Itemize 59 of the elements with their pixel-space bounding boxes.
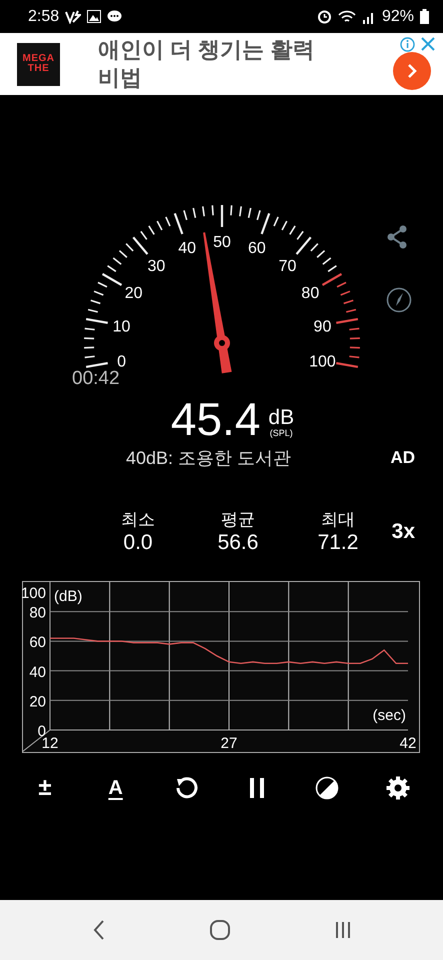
battery-icon (420, 9, 429, 24)
gauge-label: 40 (178, 240, 196, 258)
notification-icon (65, 10, 82, 24)
gauge-label: 100 (309, 354, 336, 371)
x-axis-label: 42 (400, 735, 416, 752)
gauge-label: 90 (314, 318, 332, 336)
gauge-label: 0 (117, 354, 126, 371)
toolbar-button[interactable]: A (104, 776, 128, 800)
recents-icon[interactable] (334, 920, 352, 940)
stat-value: 71.2 (318, 531, 358, 555)
ad-open-button[interactable] (393, 52, 431, 90)
share-icon[interactable] (386, 225, 408, 249)
settings-icon[interactable] (386, 776, 410, 800)
elapsed-time: 00:42 (72, 368, 121, 390)
compass-icon[interactable] (386, 287, 412, 313)
wifi-icon (338, 10, 356, 24)
sound-level-value: 45.4 (170, 396, 260, 442)
unit-note: (SPL) (270, 428, 293, 438)
gauge-label: 50 (213, 234, 231, 251)
info-icon[interactable] (400, 37, 415, 52)
gauge-label: 80 (301, 285, 320, 302)
back-icon[interactable] (92, 919, 106, 941)
logo-text: THE (28, 64, 50, 74)
stat-label: 최소 (121, 509, 155, 531)
alarm-icon (316, 9, 332, 24)
contrast-icon[interactable] (315, 776, 340, 800)
image-icon (87, 10, 102, 23)
gauge-label: 70 (278, 258, 296, 275)
close-icon[interactable] (421, 37, 435, 51)
logo-text: MEGA (22, 54, 54, 64)
ad-text[interactable]: 애인이 더 챙기는 활력 비법 (98, 36, 359, 92)
toolbar-button[interactable]: ± (33, 774, 57, 802)
y-axis-label: 60 (29, 634, 46, 652)
x-axis-label: 12 (42, 735, 58, 752)
chevron-icon (405, 63, 419, 79)
y-axis-label: 40 (29, 664, 46, 681)
stat-label: 평균 (221, 509, 255, 531)
gauge-label: 10 (112, 318, 130, 336)
unit-label: dB (268, 408, 294, 428)
reset-icon[interactable] (174, 776, 198, 800)
speed-button[interactable]: 3x (392, 520, 415, 544)
stat-value: 56.6 (218, 531, 258, 555)
stat-label: 최대 (321, 509, 355, 531)
gauge-label: 20 (124, 285, 143, 302)
y-axis-label: 80 (29, 604, 46, 622)
battery-percent: 92% (382, 8, 414, 26)
ad-banner[interactable]: MEGA THE 애인이 더 챙기는 활력 비법 (0, 33, 443, 95)
status-time: 2:58 (28, 8, 60, 26)
x-axis-title: (sec) (372, 707, 406, 724)
y-axis-title: (dB) (54, 588, 82, 605)
gauge-label: 30 (148, 258, 166, 275)
level-description: 40dB: 조용한 도서관 (126, 447, 292, 470)
x-axis-label: 27 (220, 735, 238, 752)
y-axis-label: 20 (29, 693, 46, 710)
chat-icon (107, 10, 122, 23)
stat-value: 0.0 (123, 531, 153, 555)
gauge-label: 60 (248, 240, 266, 258)
weighting-button[interactable]: AD (390, 448, 415, 468)
home-icon[interactable] (208, 919, 230, 941)
